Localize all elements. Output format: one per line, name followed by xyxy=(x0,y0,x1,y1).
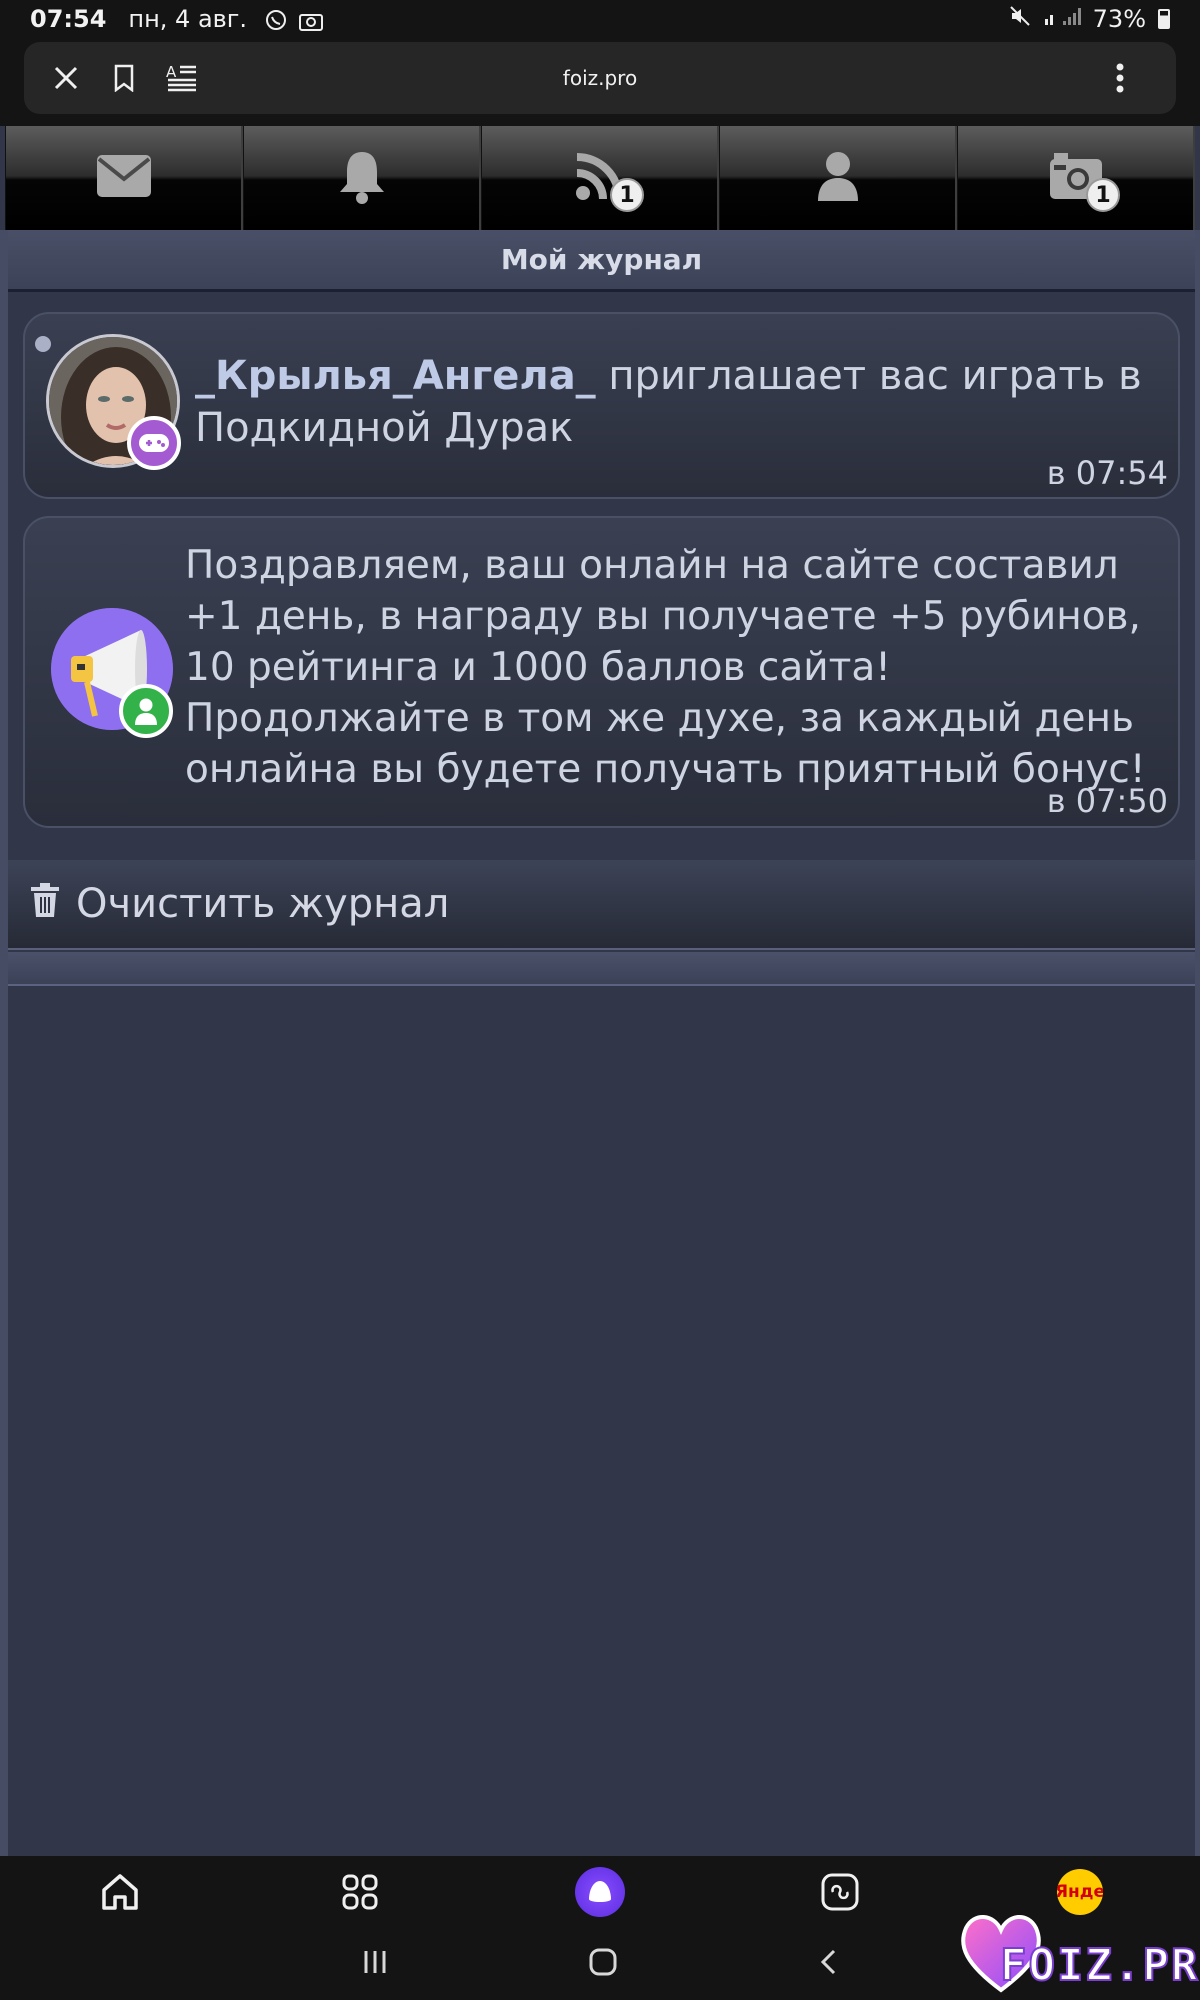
unread-indicator xyxy=(35,336,51,352)
signal-icon xyxy=(1043,5,1081,33)
browser-toolbar: A foiz.pro xyxy=(0,38,1200,126)
clear-journal-button[interactable]: Очистить журнал xyxy=(8,860,1195,950)
status-date: пн, 4 авг. xyxy=(128,5,248,33)
svg-text:A: A xyxy=(166,63,177,81)
entry-username[interactable]: _Крылья_Ангела_ xyxy=(195,353,596,399)
nav-feed[interactable]: 1 xyxy=(481,126,719,230)
status-bar: 07:54 пн, 4 авг. 73% xyxy=(0,0,1200,38)
bell-icon xyxy=(336,148,388,208)
entry-time: в 07:54 xyxy=(1046,454,1168,492)
recent-apps-icon[interactable] xyxy=(362,1949,388,1979)
battery-percent: 73% xyxy=(1092,5,1146,33)
bookmark-icon[interactable] xyxy=(102,56,146,100)
nav-photos[interactable]: 1 xyxy=(957,126,1195,230)
battery-icon xyxy=(1158,9,1170,29)
nav-notifications[interactable] xyxy=(243,126,481,230)
entry-time: в 07:50 xyxy=(1046,782,1168,820)
user-icon xyxy=(816,151,860,205)
apps-grid-icon[interactable] xyxy=(330,1862,390,1922)
back-icon[interactable] xyxy=(818,1948,838,1980)
alice-assistant-icon[interactable] xyxy=(570,1862,630,1922)
user-icon xyxy=(119,684,173,738)
page-border-right xyxy=(1195,230,1200,1856)
photos-badge: 1 xyxy=(1086,178,1120,212)
nav-messages[interactable] xyxy=(5,126,243,230)
journal-entry[interactable]: Поздравляем, ваш онлайн на сайте состави… xyxy=(23,516,1180,828)
page-title: Мой журнал xyxy=(8,230,1195,292)
whatsapp-icon xyxy=(265,9,289,30)
status-time: 07:54 xyxy=(30,5,107,33)
entry-text: Поздравляем, ваш онлайн на сайте состави… xyxy=(185,543,1146,792)
screenshot-icon xyxy=(299,9,324,31)
watermark-text: FOIZ.PRO xyxy=(999,1939,1200,1992)
home-button-icon[interactable] xyxy=(588,1947,618,1981)
clear-journal-label: Очистить журнал xyxy=(76,881,450,927)
mute-icon xyxy=(1009,5,1031,33)
site-top-nav: 1 1 xyxy=(5,126,1195,230)
trash-icon xyxy=(30,881,60,927)
page-border-left xyxy=(0,230,8,1856)
close-icon[interactable] xyxy=(44,56,88,100)
feed-badge: 1 xyxy=(610,178,644,212)
reader-mode-icon[interactable]: A xyxy=(160,56,204,100)
gamepad-icon xyxy=(127,416,181,470)
more-options-icon[interactable] xyxy=(1098,56,1142,100)
envelope-icon xyxy=(96,154,152,202)
nav-profile[interactable] xyxy=(719,126,957,230)
browser-address-bar: A foiz.pro xyxy=(24,42,1176,114)
site-watermark: FOIZ.PRO xyxy=(956,1906,1200,1996)
tabs-icon[interactable] xyxy=(810,1862,870,1922)
divider xyxy=(8,952,1195,986)
journal-entry[interactable]: _Крылья_Ангела_ приглашает вас играть в … xyxy=(23,312,1180,499)
entry-text: _Крылья_Ангела_ приглашает вас играть в … xyxy=(195,350,1155,454)
home-icon[interactable] xyxy=(90,1862,150,1922)
